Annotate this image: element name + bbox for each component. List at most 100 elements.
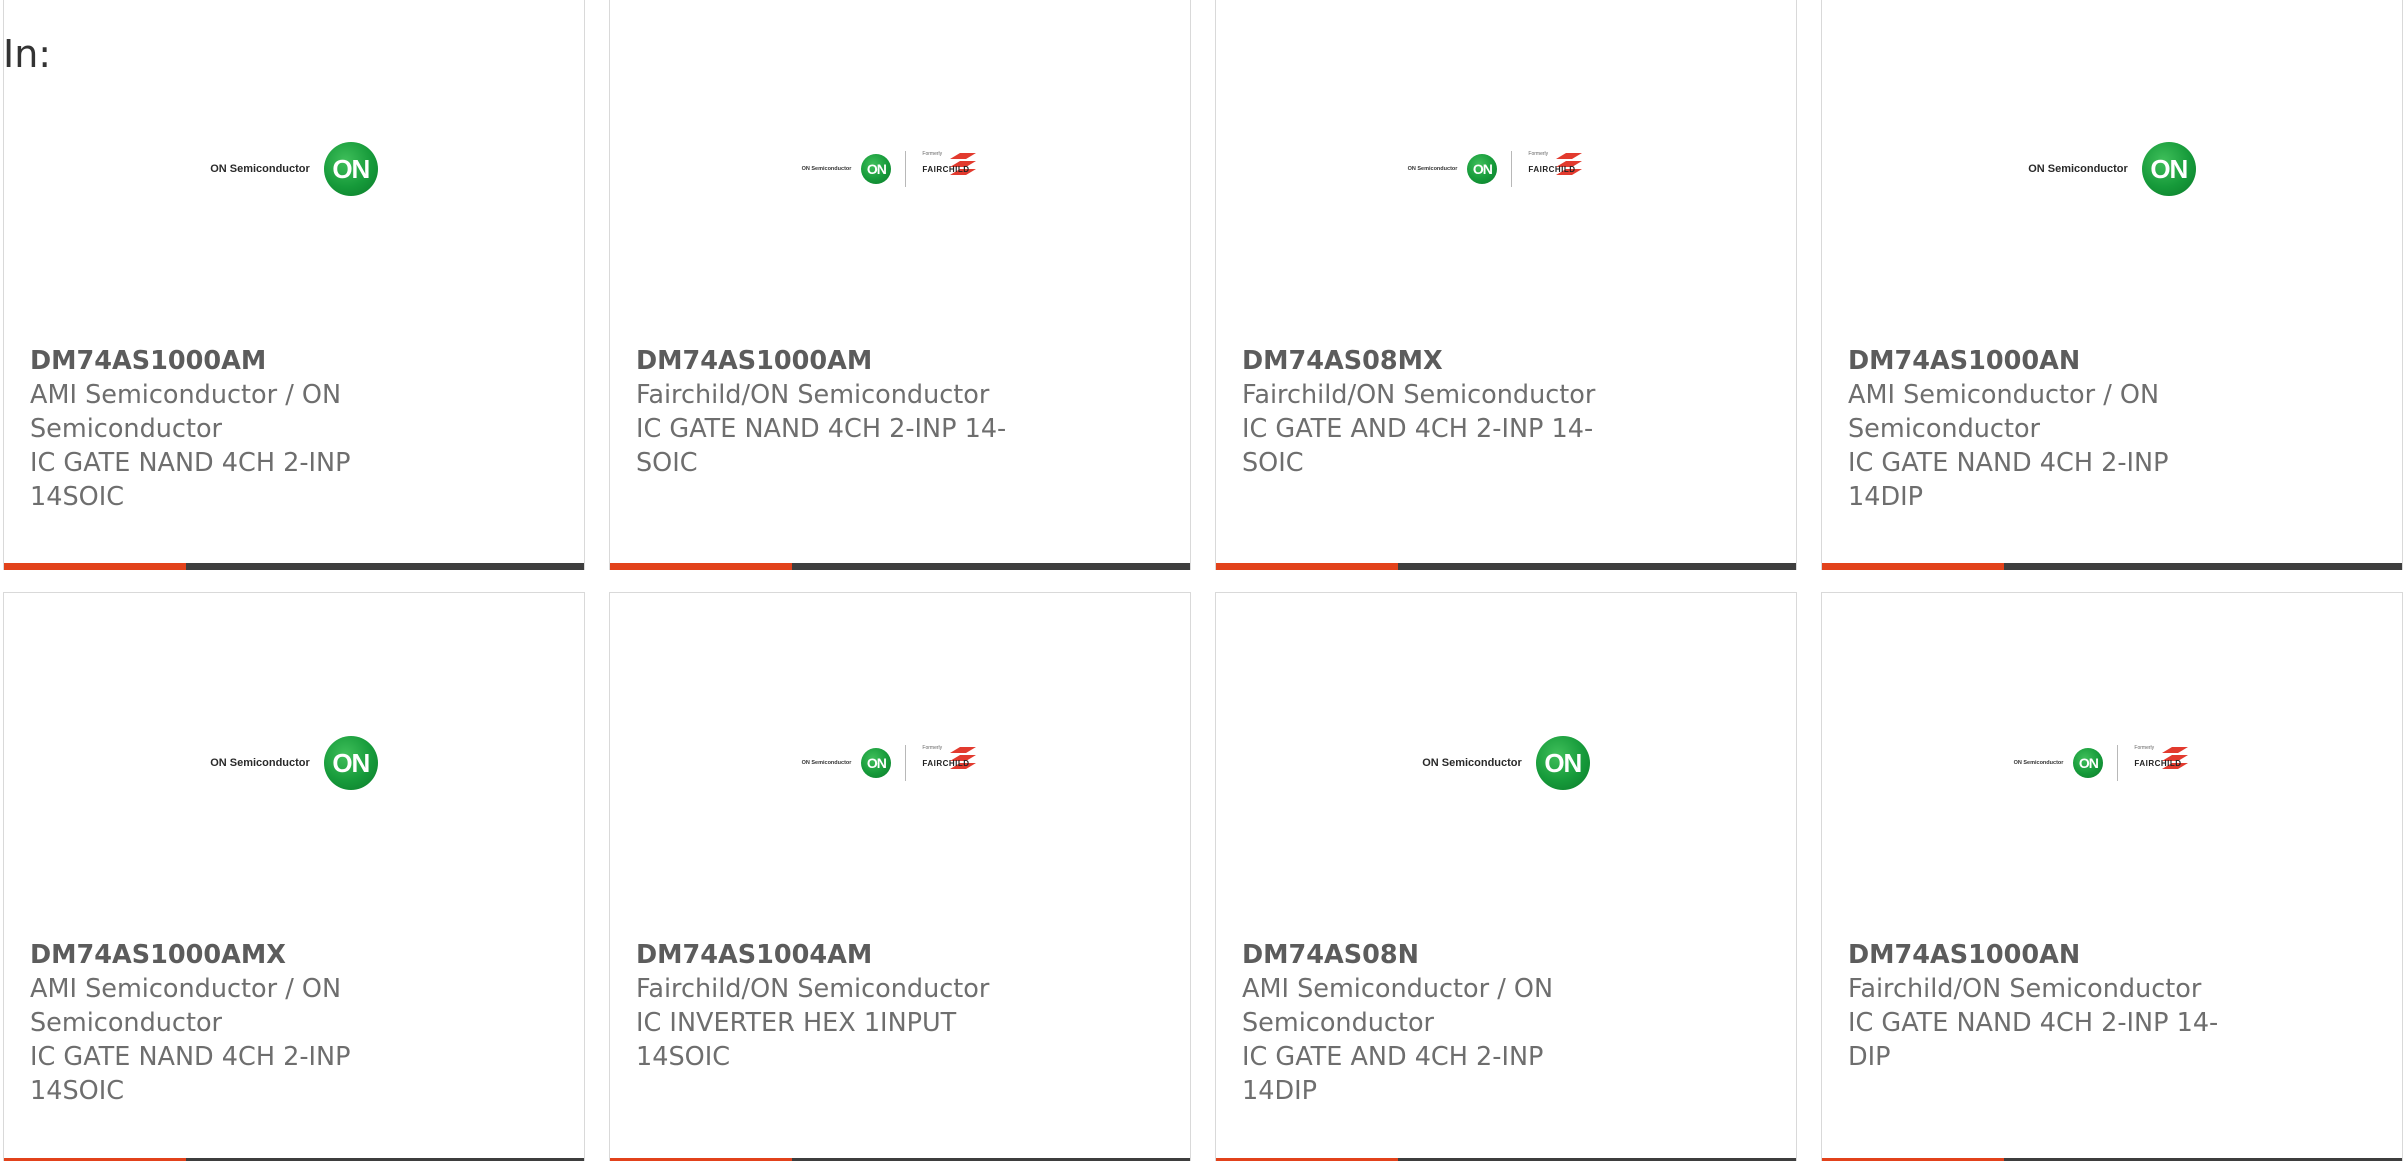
- manufacturer-logo-area: ON Semiconductor ON Formerly FAIRCHILD: [1822, 693, 2402, 833]
- product-description: IC GATE NAND 4CH 2-INP: [30, 1042, 351, 1072]
- manufacturer-name: Fairchild/ON Semiconductor: [1848, 974, 2202, 1004]
- product-card[interactable]: ON Semiconductor ON Formerly FAIRCHILD DM74A…: [1215, 0, 1797, 570]
- product-card[interactable]: ON Semiconductor ON Formerly FAIRCHILD DM74A…: [609, 0, 1191, 570]
- on-semiconductor-logo: ON Semiconductor ON: [210, 736, 378, 790]
- logo-divider: [905, 745, 907, 781]
- logo-wordmark: ON Semiconductor: [2013, 760, 2064, 766]
- manufacturer-name: AMI Semiconductor / ON: [30, 380, 342, 410]
- logo-formerly-text: Formerly: [1528, 151, 1549, 157]
- fairchild-logo: Formerly FAIRCHILD: [1526, 149, 1604, 189]
- product-info: DM74AS1000AM Fairchild/ON Semiconductor IC…: [636, 344, 1016, 480]
- manufacturer-name: Semiconductor: [30, 1008, 223, 1038]
- manufacturer-name: AMI Semiconductor / ON: [1242, 974, 1554, 1004]
- product-info: DM74AS1000AM AMI Semiconductor / ON Semico…: [30, 344, 410, 514]
- part-number[interactable]: DM74AS1000AMX: [30, 938, 410, 972]
- manufacturer-logo-area: ON Semiconductor ON: [1822, 99, 2402, 239]
- fairchild-logo: Formerly FAIRCHILD: [2132, 743, 2210, 783]
- manufacturer-logo-area: ON Semiconductor ON: [1216, 693, 1796, 833]
- manufacturer-name: Fairchild/ON Semiconductor: [636, 974, 990, 1004]
- on-fairchild-logo: ON Semiconductor ON Formerly FAIRCHILD: [1408, 149, 1605, 189]
- logo-wordmark: ON Semiconductor: [801, 760, 852, 766]
- fairchild-logo: Formerly FAIRCHILD: [920, 149, 998, 189]
- manufacturer-logo-area: ON Semiconductor ON Formerly FAIRCHILD: [610, 99, 1190, 239]
- product-description: 14SOIC: [636, 1042, 731, 1072]
- section-heading: In:: [3, 32, 52, 76]
- on-semiconductor-logo: ON Semiconductor ON: [210, 142, 378, 196]
- product-description: IC GATE NAND 4CH 2-INP 14-DIP: [1848, 1008, 2219, 1072]
- logo-wordmark: ON Semiconductor: [210, 757, 310, 769]
- manufacturer-name: Fairchild/ON Semiconductor: [1242, 380, 1596, 410]
- logo-formerly-text: Formerly: [922, 745, 943, 751]
- card-bottom-bar: [4, 563, 584, 570]
- product-info: DM74AS1004AM Fairchild/ON Semiconductor IC…: [636, 938, 1016, 1074]
- product-results-page: In: ON Semiconductor ON DM74AS1000AM AMI Se…: [0, 0, 2406, 1161]
- fairchild-wordmark: FAIRCHILD: [922, 165, 970, 174]
- on-semiconductor-logo: ON Semiconductor ON: [1422, 736, 1590, 790]
- card-bottom-bar: [1822, 563, 2402, 570]
- on-badge-icon: ON: [861, 748, 892, 778]
- product-description: IC INVERTER HEX 1INPUT: [636, 1008, 957, 1038]
- on-badge-icon: ON: [2141, 142, 2196, 196]
- product-info: DM74AS1000AMX AMI Semiconductor / ON Semic…: [30, 938, 410, 1108]
- product-info: DM74AS08MX Fairchild/ON Semiconductor IC G…: [1242, 344, 1622, 480]
- on-fairchild-logo: ON Semiconductor ON Formerly FAIRCHILD: [802, 743, 999, 783]
- logo-wordmark: ON Semiconductor: [801, 166, 852, 172]
- on-badge-icon: ON: [323, 142, 378, 196]
- product-description: IC GATE NAND 4CH 2-INP 14-: [636, 414, 1007, 444]
- card-accent-bar: [4, 563, 186, 570]
- card-accent-bar: [1822, 563, 2004, 570]
- manufacturer-logo-area: ON Semiconductor ON Formerly FAIRCHILD: [610, 693, 1190, 833]
- product-description: IC GATE NAND 4CH 2-INP: [30, 448, 351, 478]
- manufacturer-name: Fairchild/ON Semiconductor: [636, 380, 990, 410]
- on-badge-icon: ON: [1535, 736, 1590, 790]
- card-accent-bar: [1216, 563, 1398, 570]
- product-description: IC GATE AND 4CH 2-INP 14DIP: [1242, 1042, 1544, 1106]
- product-card[interactable]: ON Semiconductor ON DM74AS08N AMI Semicondu…: [1215, 592, 1797, 1161]
- fairchild-wordmark: FAIRCHILD: [2134, 759, 2182, 768]
- product-info: DM74AS08N AMI Semiconductor / ON Semicondu…: [1242, 938, 1622, 1108]
- part-number[interactable]: DM74AS08N: [1242, 938, 1622, 972]
- logo-formerly-text: Formerly: [922, 151, 943, 157]
- product-description: SOIC: [636, 448, 698, 478]
- product-description: IC GATE NAND 4CH 2-INP 14DIP: [1848, 448, 2169, 512]
- on-fairchild-logo: ON Semiconductor ON Formerly FAIRCHILD: [2014, 743, 2211, 783]
- manufacturer-name: Semiconductor: [30, 414, 223, 444]
- on-badge-icon: ON: [1467, 154, 1498, 184]
- on-badge-icon: ON: [861, 154, 892, 184]
- product-card[interactable]: ON Semiconductor ON DM74AS1000AN AMI Semico…: [1821, 0, 2403, 570]
- on-badge-icon: ON: [323, 736, 378, 790]
- product-card[interactable]: ON Semiconductor ON Formerly FAIRCHILD DM74A…: [609, 592, 1191, 1161]
- product-card[interactable]: ON Semiconductor ON DM74AS1000AM AMI Semico…: [3, 0, 585, 570]
- logo-divider: [1511, 151, 1513, 187]
- part-number[interactable]: DM74AS08MX: [1242, 344, 1622, 378]
- manufacturer-logo-area: ON Semiconductor ON: [4, 693, 584, 833]
- part-number[interactable]: DM74AS1000AN: [1848, 938, 2228, 972]
- on-fairchild-logo: ON Semiconductor ON Formerly FAIRCHILD: [802, 149, 999, 189]
- logo-divider: [2117, 745, 2119, 781]
- fairchild-wordmark: FAIRCHILD: [1528, 165, 1576, 174]
- part-number[interactable]: DM74AS1000AM: [636, 344, 1016, 378]
- product-card[interactable]: ON Semiconductor ON Formerly FAIRCHILD DM74A…: [1821, 592, 2403, 1161]
- logo-formerly-text: Formerly: [2134, 745, 2155, 751]
- manufacturer-logo-area: ON Semiconductor ON: [4, 99, 584, 239]
- product-info: DM74AS1000AN Fairchild/ON Semiconductor IC…: [1848, 938, 2228, 1074]
- logo-wordmark: ON Semiconductor: [210, 163, 310, 175]
- on-semiconductor-logo: ON Semiconductor ON: [2028, 142, 2196, 196]
- card-bottom-bar: [610, 563, 1190, 570]
- manufacturer-name: Semiconductor: [1242, 1008, 1435, 1038]
- manufacturer-name: AMI Semiconductor / ON: [30, 974, 342, 1004]
- logo-divider: [905, 151, 907, 187]
- card-accent-bar: [610, 563, 792, 570]
- part-number[interactable]: DM74AS1000AM: [30, 344, 410, 378]
- product-card[interactable]: ON Semiconductor ON DM74AS1000AMX AMI Semic…: [3, 592, 585, 1161]
- manufacturer-name: Semiconductor: [1848, 414, 2041, 444]
- product-description: IC GATE AND 4CH 2-INP 14-SOIC: [1242, 414, 1594, 478]
- product-info: DM74AS1000AN AMI Semiconductor / ON Semico…: [1848, 344, 2228, 514]
- part-number[interactable]: DM74AS1000AN: [1848, 344, 2228, 378]
- product-description: 14SOIC: [30, 1076, 125, 1106]
- part-number[interactable]: DM74AS1004AM: [636, 938, 1016, 972]
- logo-wordmark: ON Semiconductor: [2028, 163, 2128, 175]
- card-bottom-bar: [1216, 563, 1796, 570]
- on-badge-icon: ON: [2073, 748, 2104, 778]
- product-description: 14SOIC: [30, 482, 125, 512]
